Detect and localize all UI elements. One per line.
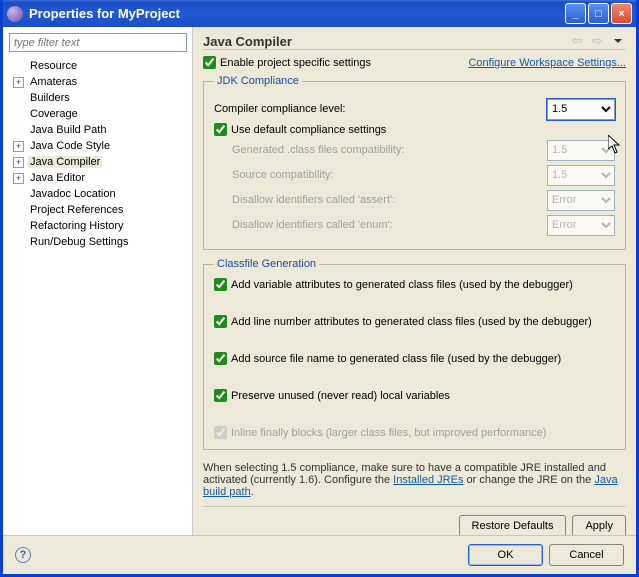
disallow-enum-label: Disallow identifiers called 'enum': bbox=[232, 219, 547, 231]
add-variable-attrs-checkbox[interactable]: Add variable attributes to generated cla… bbox=[214, 278, 615, 291]
cancel-button[interactable]: Cancel bbox=[549, 544, 624, 566]
tree-item[interactable]: Java Build Path bbox=[7, 122, 192, 138]
use-default-compliance-label: Use default compliance settings bbox=[231, 124, 386, 136]
add-source-file-checkbox[interactable]: Add source file name to generated class … bbox=[214, 352, 615, 365]
tree-item-label: Java Code Style bbox=[28, 140, 112, 152]
app-icon bbox=[7, 6, 23, 22]
tree-item-label: Resource bbox=[28, 60, 79, 72]
tree-item-label: Java Editor bbox=[28, 172, 87, 184]
jdk-compliance-group: JDK Compliance Compiler compliance level… bbox=[203, 75, 626, 250]
generated-class-select: 1.5 bbox=[547, 140, 615, 161]
tree-item-label: Coverage bbox=[28, 108, 80, 120]
use-default-compliance-checkbox[interactable]: Use default compliance settings bbox=[214, 123, 615, 136]
enable-project-specific-checkbox[interactable]: Enable project specific settings bbox=[203, 56, 371, 69]
add-line-number-checkbox[interactable]: Add line number attributes to generated … bbox=[214, 315, 615, 328]
inline-finally-checkbox: Inline finally blocks (larger class file… bbox=[214, 426, 615, 439]
page-menu-button[interactable] bbox=[608, 33, 626, 49]
tree-item[interactable]: + Java Editor bbox=[7, 170, 192, 186]
tree-item-label: Builders bbox=[28, 92, 72, 104]
expand-icon[interactable]: + bbox=[13, 77, 24, 88]
source-compat-select: 1.5 bbox=[547, 165, 615, 186]
preserve-unused-checkbox[interactable]: Preserve unused (never read) local varia… bbox=[214, 389, 615, 402]
tree-item[interactable]: Resource bbox=[7, 58, 192, 74]
classfile-generation-legend: Classfile Generation bbox=[214, 258, 319, 270]
tree-item[interactable]: Refactoring History bbox=[7, 218, 192, 234]
tree-indent bbox=[13, 125, 24, 136]
expand-icon[interactable]: + bbox=[13, 157, 24, 168]
tree-item[interactable]: Coverage bbox=[7, 106, 192, 122]
page-title: Java Compiler bbox=[203, 34, 568, 49]
generated-class-label: Generated .class files compatibility: bbox=[232, 144, 547, 156]
help-button[interactable]: ? bbox=[15, 547, 31, 563]
source-compat-label: Source compatibility: bbox=[232, 169, 547, 181]
jdk-compliance-legend: JDK Compliance bbox=[214, 75, 302, 87]
tree-indent bbox=[13, 109, 24, 120]
filter-input[interactable] bbox=[9, 33, 187, 52]
installed-jres-link[interactable]: Installed JREs bbox=[393, 474, 463, 486]
window-title: Properties for MyProject bbox=[29, 6, 565, 21]
nav-sidebar: Resource + Amateras Builders Coverage Java Bu… bbox=[3, 27, 193, 535]
tree-item-label: Refactoring History bbox=[28, 220, 126, 232]
tree-item-label: Javadoc Location bbox=[28, 188, 118, 200]
tree-item[interactable]: + Java Code Style bbox=[7, 138, 192, 154]
configure-workspace-link[interactable]: Configure Workspace Settings... bbox=[468, 57, 626, 69]
tree-indent bbox=[13, 93, 24, 104]
compliance-level-label: Compiler compliance level: bbox=[214, 103, 547, 115]
page-content: Java Compiler ⇦ ⇨ Enable project specifi… bbox=[193, 27, 636, 535]
maximize-button[interactable]: □ bbox=[588, 3, 609, 24]
tree-indent bbox=[13, 221, 24, 232]
enable-project-specific-label: Enable project specific settings bbox=[220, 57, 371, 69]
tree-indent bbox=[13, 237, 24, 248]
nav-tree[interactable]: Resource + Amateras Builders Coverage Java Bu… bbox=[3, 58, 192, 250]
tree-indent bbox=[13, 61, 24, 72]
tree-indent bbox=[13, 189, 24, 200]
forward-button[interactable]: ⇨ bbox=[588, 33, 606, 49]
expand-icon[interactable]: + bbox=[13, 173, 24, 184]
tree-item-label: Java Build Path bbox=[28, 124, 108, 136]
back-button[interactable]: ⇦ bbox=[568, 33, 586, 49]
close-button[interactable]: × bbox=[611, 3, 632, 24]
expand-icon[interactable]: + bbox=[13, 141, 24, 152]
tree-item-label: Amateras bbox=[28, 76, 79, 88]
disallow-assert-select: Error bbox=[547, 190, 615, 211]
tree-item[interactable]: + Amateras bbox=[7, 74, 192, 90]
minimize-button[interactable]: _ bbox=[565, 3, 586, 24]
tree-item[interactable]: Javadoc Location bbox=[7, 186, 192, 202]
tree-item[interactable]: + Java Compiler bbox=[7, 154, 192, 170]
tree-item[interactable]: Project References bbox=[7, 202, 192, 218]
tree-indent bbox=[13, 205, 24, 216]
title-bar: Properties for MyProject _ □ × bbox=[3, 0, 636, 27]
disallow-enum-select: Error bbox=[547, 215, 615, 236]
compliance-level-select[interactable]: 1.5 bbox=[547, 99, 615, 120]
tree-item-label: Run/Debug Settings bbox=[28, 236, 130, 248]
restore-defaults-button[interactable]: Restore Defaults bbox=[459, 515, 567, 535]
compliance-info-text: When selecting 1.5 compliance, make sure… bbox=[203, 462, 626, 498]
tree-item[interactable]: Builders bbox=[7, 90, 192, 106]
classfile-generation-group: Classfile Generation Add variable attrib… bbox=[203, 258, 626, 450]
ok-button[interactable]: OK bbox=[468, 544, 543, 566]
tree-item[interactable]: Run/Debug Settings bbox=[7, 234, 192, 250]
disallow-assert-label: Disallow identifiers called 'assert': bbox=[232, 194, 547, 206]
tree-item-label: Project References bbox=[28, 204, 126, 216]
tree-item-label: Java Compiler bbox=[28, 156, 102, 168]
apply-button[interactable]: Apply bbox=[572, 515, 626, 535]
